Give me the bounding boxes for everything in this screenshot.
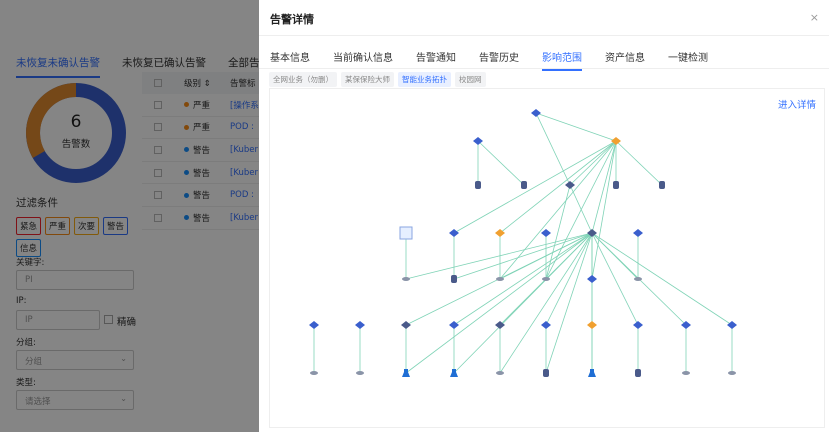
topology-edge [615,140,663,186]
topology-node-router-icon[interactable] [309,321,319,329]
topology-edge [405,232,593,374]
topology-edge [545,232,593,374]
topology-edge [453,232,593,374]
topology-tab-3[interactable]: 校园网 [455,72,486,87]
topology-tab-1[interactable]: 某保保险大师 [341,72,394,87]
topology-node-router-icon[interactable] [531,109,541,117]
topology-edge [535,112,571,186]
topology-tab-2[interactable]: 智能业务拓扑 [398,72,451,87]
topology-node-disk-icon[interactable] [402,277,410,281]
topology-node-switch-icon[interactable] [401,321,411,329]
topology-edge [477,140,525,186]
topology-node-router-icon[interactable] [727,321,737,329]
topology-node-disk-icon[interactable] [310,371,318,375]
topology-edge [453,232,593,280]
topology-node-switch-icon[interactable] [495,321,505,329]
topology-node-router-icon[interactable] [681,321,691,329]
topology-node-disk-icon[interactable] [496,277,504,281]
divider [259,35,829,36]
topology-node-box-icon[interactable] [399,226,413,240]
topology-tab-0[interactable]: 全网业务（勿删） [269,72,337,87]
topology-node-router-icon[interactable] [633,321,643,329]
topology-node-router-icon[interactable] [541,229,551,237]
tabs-divider [259,68,829,69]
topology-edge [545,140,617,280]
topology-sub-tabs: 全网业务（勿删） 某保保险大师 智能业务拓扑 校园网 [269,72,486,87]
topology-edge [453,232,593,326]
topology-node-db-icon[interactable] [543,369,549,377]
topology-node-db-icon[interactable] [613,181,619,189]
drawer-title: 告警详情 [270,13,314,26]
topology-edge [405,232,593,280]
close-icon[interactable]: × [810,11,819,24]
app-root: 未恢复未确认告警 未恢复已确认告警 全部告警 6 告警数 过滤条件 紧急 严重 … [0,0,829,432]
topology-edge [499,140,617,234]
topology-edge [545,232,593,326]
topology-node-disk-icon[interactable] [496,371,504,375]
topology-node-db-icon[interactable] [521,181,527,189]
topology-canvas[interactable]: 进入详情 [269,88,825,428]
topology-node-db-icon[interactable] [475,181,481,189]
topology-graph[interactable] [270,89,826,429]
topology-node-db-icon[interactable] [451,275,457,283]
topology-node-router-icon[interactable] [355,321,365,329]
topology-node-router-icon[interactable] [541,321,551,329]
topology-node-db-icon[interactable] [635,369,641,377]
topology-node-firewall-icon[interactable] [587,321,597,329]
topology-node-disk-icon[interactable] [356,371,364,375]
topology-node-router-icon[interactable] [449,229,459,237]
alarm-detail-drawer: 告警详情 × 基本信息 当前确认信息 告警通知 告警历史 影响范围 资产信息 一键检测 全网… [259,0,829,432]
topology-node-flask-icon[interactable] [402,369,410,377]
topology-node-disk-icon[interactable] [682,371,690,375]
topology-edge [591,232,639,326]
topology-edge [535,112,617,142]
topology-node-router-icon[interactable] [633,229,643,237]
topology-node-disk-icon[interactable] [542,277,550,281]
topology-node-flask-icon[interactable] [588,369,596,377]
topology-edge [591,140,617,280]
topology-node-disk-icon[interactable] [728,371,736,375]
topology-edge [591,232,733,326]
topology-node-db-icon[interactable] [659,181,665,189]
topology-node-router-icon[interactable] [587,275,597,283]
topology-node-disk-icon[interactable] [634,277,642,281]
